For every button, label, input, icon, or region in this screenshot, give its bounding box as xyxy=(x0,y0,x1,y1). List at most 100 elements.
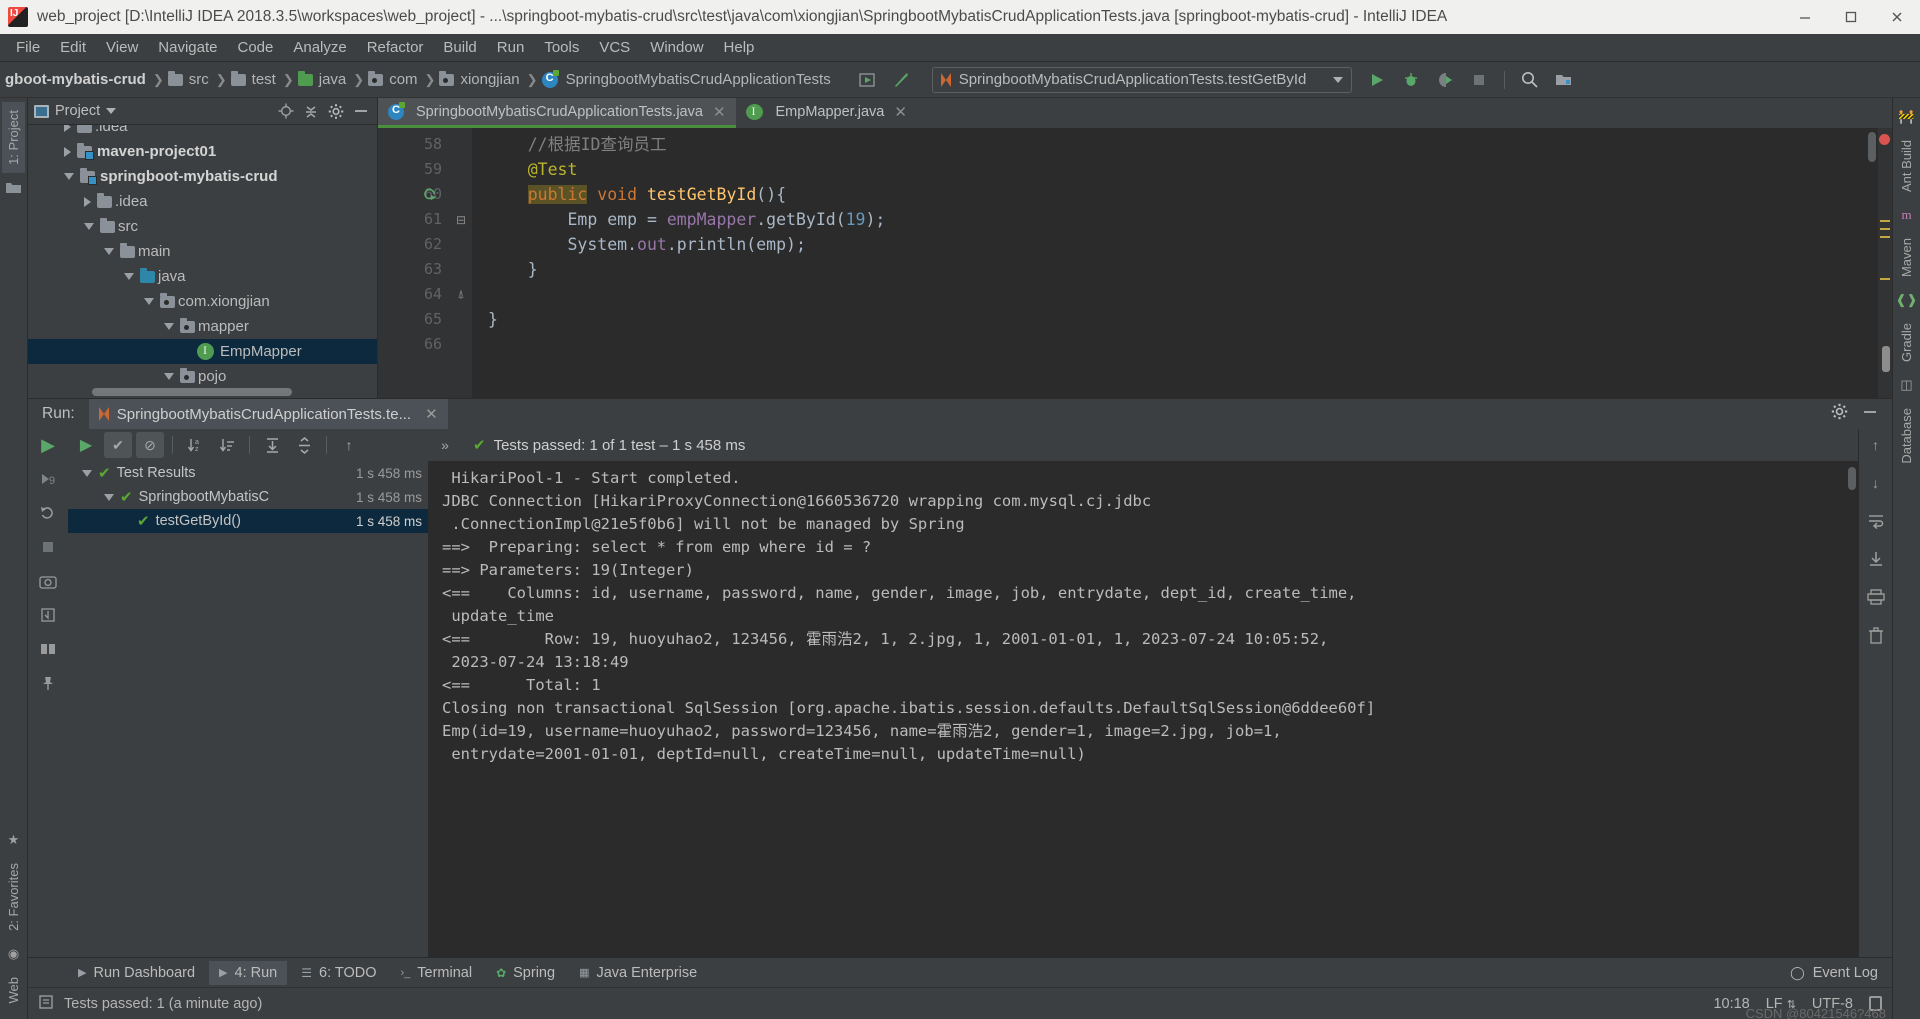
tree-node[interactable]: mapper xyxy=(28,314,377,339)
maven-icon[interactable]: m xyxy=(1898,206,1916,224)
disclosure-triangle-icon[interactable] xyxy=(84,223,94,230)
debug-button[interactable] xyxy=(1396,66,1426,94)
test-tree-row[interactable]: ✔ Test Results 1 s 458 ms xyxy=(68,461,428,485)
camera-icon[interactable] xyxy=(38,571,58,591)
console-scrollbar[interactable] xyxy=(1848,467,1856,490)
show-passed-icon[interactable]: ✔ xyxy=(104,432,132,458)
close-icon[interactable]: ✕ xyxy=(894,103,907,121)
run-with-coverage-button[interactable] xyxy=(1430,66,1460,94)
hide-icon[interactable] xyxy=(1862,404,1878,425)
project-tree[interactable]: .idea maven-project01 springboot-mybatis-c… xyxy=(28,125,377,398)
run-button[interactable] xyxy=(1362,66,1392,94)
tree-node[interactable]: com.xiongjian xyxy=(28,289,377,314)
run-configuration-selector[interactable]: SpringbootMybatisCrudApplicationTests.te… xyxy=(931,66,1352,93)
disclosure-triangle-icon[interactable] xyxy=(124,273,134,280)
menu-view[interactable]: View xyxy=(96,36,148,59)
breadcrumb-class[interactable]: SpringbootMybatisCrudApplicationTests xyxy=(541,69,834,88)
sidebar-item-ant-build[interactable]: Ant Build xyxy=(1895,132,1918,200)
sidebar-item-database[interactable]: Database xyxy=(1895,400,1918,472)
locate-icon[interactable] xyxy=(278,103,294,119)
tree-node[interactable]: java xyxy=(28,264,377,289)
favorites-star-icon[interactable]: ★ xyxy=(5,831,23,849)
breadcrumb-java[interactable]: java xyxy=(297,70,350,88)
menu-refactor[interactable]: Refactor xyxy=(357,36,434,59)
maximize-button[interactable] xyxy=(1828,0,1874,34)
pin-icon[interactable] xyxy=(38,673,58,693)
gear-icon[interactable] xyxy=(1831,403,1848,425)
refresh-icon[interactable] xyxy=(38,503,58,523)
print-icon[interactable] xyxy=(1865,587,1887,607)
tree-node[interactable]: maven-project01 xyxy=(28,139,377,164)
menu-tools[interactable]: Tools xyxy=(534,36,589,59)
menu-navigate[interactable]: Navigate xyxy=(148,36,227,59)
test-tree-row[interactable]: ✔ SpringbootMybatisC 1 s 458 ms xyxy=(68,485,428,509)
test-results-tree[interactable]: ✔ Test Results 1 s 458 ms ✔ SpringbootMybati… xyxy=(68,461,428,957)
warning-marker[interactable] xyxy=(1880,278,1890,280)
sort-by-duration-icon[interactable] xyxy=(213,432,241,458)
menu-run[interactable]: Run xyxy=(487,36,535,59)
tree-node[interactable]: main xyxy=(28,239,377,264)
rerun-tests-icon[interactable]: ▶ xyxy=(72,432,100,458)
editor-scrollbar[interactable] xyxy=(1868,132,1876,162)
rerun-failed-icon[interactable]: 9 xyxy=(38,469,58,489)
grid-icon[interactable] xyxy=(38,639,58,659)
web-globe-icon[interactable]: ◉ xyxy=(5,945,23,963)
disclosure-triangle-icon[interactable] xyxy=(84,196,91,207)
disclosure-triangle-icon[interactable] xyxy=(64,125,71,132)
breadcrumb-test[interactable]: test xyxy=(230,70,279,88)
close-icon[interactable]: ✕ xyxy=(713,103,726,121)
run-test-gutter-icon[interactable] xyxy=(422,186,438,202)
breadcrumb-xiongjian[interactable]: xiongjian xyxy=(439,70,522,88)
hide-icon[interactable] xyxy=(353,103,369,119)
menu-help[interactable]: Help xyxy=(714,36,765,59)
tab-empmapper[interactable]: EmpMapper.java ✕ xyxy=(736,98,917,128)
tab-springboot-tests[interactable]: SpringbootMybatisCrudApplicationTests.ja… xyxy=(378,98,736,128)
sort-alphabetically-icon[interactable]: az xyxy=(181,432,209,458)
fold-end-icon[interactable]: ⍋ xyxy=(450,282,472,307)
menu-build[interactable]: Build xyxy=(433,36,486,59)
collapse-all-icon[interactable] xyxy=(303,103,319,119)
disclosure-triangle-icon[interactable] xyxy=(64,146,71,157)
code-editor[interactable]: 58 59 60 61 62 63 64 65 66 ⊟ ⍋ //根据ID查询员工 @Test … xyxy=(378,128,1892,398)
menu-window[interactable]: Window xyxy=(640,36,713,59)
export-icon[interactable] xyxy=(38,605,58,625)
test-tree-row[interactable]: ✔ testGetById() 1 s 458 ms xyxy=(68,509,428,533)
bottom-item-todo[interactable]: ☰ 6: TODO xyxy=(291,961,386,985)
project-structure-icon[interactable] xyxy=(1549,66,1579,94)
event-log-label[interactable]: Event Log xyxy=(1813,965,1878,981)
tree-node[interactable]: .idea xyxy=(28,125,377,139)
breadcrumb-src[interactable]: src xyxy=(167,70,212,88)
bottom-item-java-enterprise[interactable]: ▦ Java Enterprise xyxy=(569,961,707,985)
warning-marker[interactable] xyxy=(1880,228,1890,230)
stop-icon[interactable] xyxy=(38,537,58,557)
minimize-button[interactable] xyxy=(1782,0,1828,34)
trash-icon[interactable] xyxy=(1865,625,1887,645)
previous-failed-test-icon[interactable]: ↑ xyxy=(335,432,363,458)
make-project-button[interactable] xyxy=(852,66,882,94)
sidebar-item-gradle[interactable]: Gradle xyxy=(1895,315,1918,370)
menu-file[interactable]: File xyxy=(6,36,50,59)
menu-vcs[interactable]: VCS xyxy=(589,36,640,59)
structure-folder-icon[interactable] xyxy=(5,179,23,197)
rerun-icon[interactable]: ▶ xyxy=(38,435,58,455)
stop-button[interactable] xyxy=(1464,66,1494,94)
tree-node[interactable]: EmpMapper xyxy=(28,339,377,364)
sidebar-item-project[interactable]: 1: Project xyxy=(2,102,25,173)
scroll-down-icon[interactable]: ↓ xyxy=(1865,473,1887,493)
tree-node[interactable]: springboot-mybatis-crud xyxy=(28,164,377,189)
tree-node[interactable]: .idea xyxy=(28,189,377,214)
scroll-up-icon[interactable]: ↑ xyxy=(1865,435,1887,455)
expand-all-icon[interactable] xyxy=(258,432,286,458)
sidebar-item-maven[interactable]: Maven xyxy=(1895,230,1918,285)
disclosure-triangle-icon[interactable] xyxy=(144,298,154,305)
editor-gutter[interactable]: 58 59 60 61 62 63 64 65 66 xyxy=(378,128,450,398)
build-hammer-icon[interactable] xyxy=(886,66,916,94)
run-console-output[interactable]: HikariPool-1 - Start completed. JDBC Conn… xyxy=(428,461,1858,957)
sidebar-item-web[interactable]: Web xyxy=(2,969,25,1012)
code-folding-strip[interactable]: ⊟ ⍋ xyxy=(450,128,472,398)
bottom-item-spring[interactable]: ✿ Spring xyxy=(486,961,565,985)
bottom-item-run-dashboard[interactable]: ▶ Run Dashboard xyxy=(68,961,205,985)
gradle-icon[interactable]: ❰❱ xyxy=(1896,291,1918,309)
disclosure-triangle-icon[interactable] xyxy=(104,493,114,501)
disclosure-triangle-icon[interactable] xyxy=(64,173,74,180)
